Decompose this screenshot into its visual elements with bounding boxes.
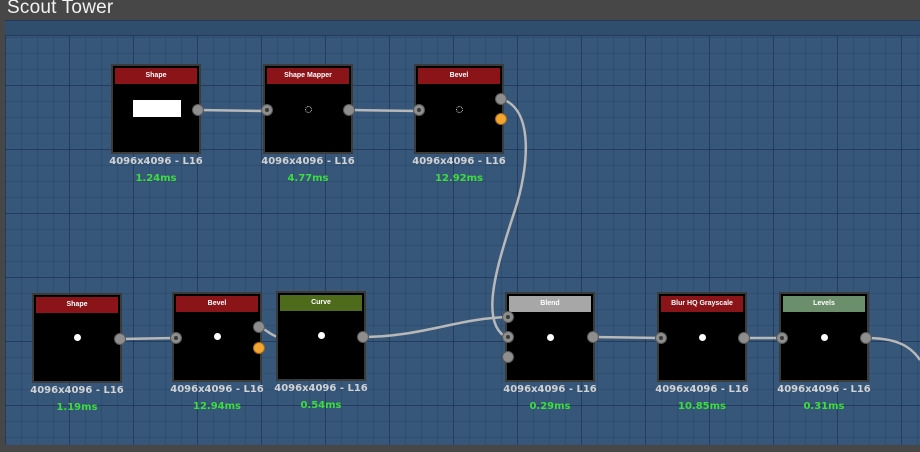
node-header: Bevel <box>176 296 258 312</box>
output-port-normal[interactable] <box>253 342 265 354</box>
output-port[interactable] <box>738 332 750 344</box>
node-bevel-2[interactable]: Bevel <box>172 292 262 382</box>
node-bevel[interactable]: Bevel <box>414 64 504 154</box>
input-port-mask[interactable] <box>502 351 514 363</box>
input-port[interactable] <box>655 332 667 344</box>
node-time: 1.19ms <box>56 402 98 413</box>
input-port[interactable] <box>776 332 788 344</box>
output-port-normal[interactable] <box>495 113 507 125</box>
input-port[interactable] <box>170 332 182 344</box>
node-time: 0.29ms <box>529 401 571 412</box>
node-time: 4.77ms <box>287 173 329 184</box>
node-header: Shape <box>115 68 197 84</box>
node-resolution: 4096x4096 - L16 <box>170 384 264 395</box>
node-time: 12.92ms <box>434 173 483 184</box>
node-shape-mapper[interactable]: Shape Mapper <box>263 64 353 154</box>
node-resolution: 4096x4096 - L16 <box>30 385 124 396</box>
node-header: Bevel <box>418 68 500 84</box>
node-header: Shape Mapper <box>267 68 349 84</box>
node-preview-ring <box>305 106 312 113</box>
node-preview-dot <box>214 333 221 340</box>
node-preview-dot <box>821 334 828 341</box>
node-preview-rectangle <box>133 100 181 117</box>
output-port[interactable] <box>587 331 599 343</box>
output-port[interactable] <box>343 104 355 116</box>
node-curve[interactable]: Curve <box>276 291 366 381</box>
output-port[interactable] <box>114 333 126 345</box>
output-port[interactable] <box>860 332 872 344</box>
node-preview-dot <box>547 334 554 341</box>
input-port[interactable] <box>413 104 425 116</box>
node-resolution: 4096x4096 - L16 <box>109 156 203 167</box>
node-header: Levels <box>783 296 865 312</box>
node-preview-dot <box>318 332 325 339</box>
node-time: 10.85ms <box>677 401 726 412</box>
output-port-height[interactable] <box>253 321 265 333</box>
node-resolution: 4096x4096 - L16 <box>412 156 506 167</box>
output-port[interactable] <box>357 331 369 343</box>
node-time: 1.24ms <box>135 173 177 184</box>
node-shape-2[interactable]: Shape <box>32 293 122 383</box>
output-port-height[interactable] <box>495 93 507 105</box>
node-resolution: 4096x4096 - L16 <box>274 383 368 394</box>
node-header: Shape <box>36 297 118 313</box>
node-blend[interactable]: Blend <box>505 292 595 382</box>
node-header: Curve <box>280 295 362 311</box>
graph-title: Scout Tower <box>7 0 114 18</box>
canvas-top-bar <box>5 21 920 36</box>
output-port[interactable] <box>192 104 204 116</box>
node-header: Blur HQ Grayscale <box>661 296 743 312</box>
node-preview-dot <box>74 334 81 341</box>
node-header: Blend <box>509 296 591 312</box>
node-preview-dot <box>699 334 706 341</box>
node-resolution: 4096x4096 - L16 <box>655 384 749 395</box>
node-resolution: 4096x4096 - L16 <box>777 384 871 395</box>
input-port[interactable] <box>261 104 273 116</box>
node-preview-ring <box>456 106 463 113</box>
node-blur-hq-grayscale[interactable]: Blur HQ Grayscale <box>657 292 747 382</box>
node-resolution: 4096x4096 - L16 <box>261 156 355 167</box>
node-time: 0.54ms <box>300 400 342 411</box>
input-port-foreground[interactable] <box>502 311 514 323</box>
node-shape[interactable]: Shape <box>111 64 201 154</box>
node-time: 12.94ms <box>192 401 241 412</box>
node-levels[interactable]: Levels <box>779 292 869 382</box>
node-resolution: 4096x4096 - L16 <box>503 384 597 395</box>
input-port-background[interactable] <box>502 331 514 343</box>
node-time: 0.31ms <box>803 401 845 412</box>
